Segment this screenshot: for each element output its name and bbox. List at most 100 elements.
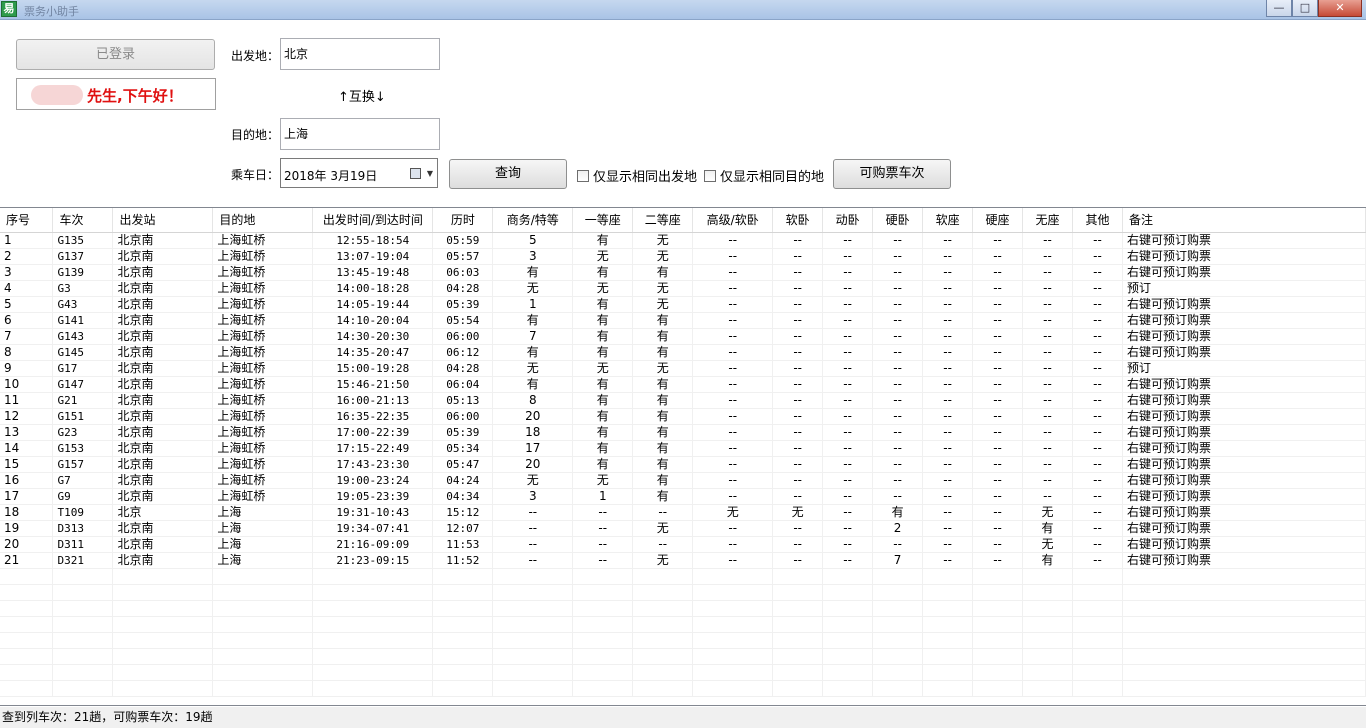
empty-cell — [52, 584, 114, 601]
table-row[interactable]: 5 G43 北京南 上海虹桥 14:05-19:44 05:39 1 有无 -- -- -- -- --… — [0, 296, 1366, 313]
table-cell: 有 — [572, 232, 634, 249]
column-header[interactable]: 其他 — [1072, 208, 1123, 233]
table-row[interactable]: 9 G17 北京南 上海虹桥 15:00-19:28 04:28 无无无 -- -- -- -- --… — [0, 360, 1366, 377]
calendar-icon[interactable] — [410, 168, 421, 179]
table-cell: 上海虹桥 — [212, 344, 314, 361]
table-cell: 8 — [492, 392, 574, 409]
column-header[interactable]: 软卧 — [772, 208, 824, 233]
column-header[interactable]: 软座 — [922, 208, 974, 233]
column-header[interactable]: 硬座 — [972, 208, 1024, 233]
checkbox-box[interactable] — [577, 169, 589, 182]
table-cell: G157 — [52, 456, 114, 473]
column-header[interactable]: 车次 — [52, 208, 114, 233]
column-header[interactable]: 无座 — [1022, 208, 1073, 233]
table-row[interactable]: 3 G139 北京南 上海虹桥 13:45-19:48 06:03 有有有 -- -- -- -- -… — [0, 264, 1366, 281]
table-row[interactable]: 13 G23 北京南 上海虹桥 17:00-22:39 05:39 18 有有 -- -- -- --… — [0, 424, 1366, 441]
table-row[interactable]: 19 D313 北京南 上海 19:34-07:41 12:07 -- -- 无 -- -- -- 2-… — [0, 520, 1366, 537]
table-row[interactable]: 21 D321 北京南 上海 21:23-09:15 11:52 -- -- 无 -- -- -- 7-… — [0, 552, 1366, 569]
only-same-from-checkbox[interactable]: 仅显示相同出发地 — [577, 166, 697, 185]
table-cell: -- — [872, 440, 924, 457]
table-cell: D313 — [52, 520, 114, 537]
table-cell: -- — [692, 472, 774, 489]
table-row[interactable]: 18 T109 北京 上海 19:31-10:43 15:12 -- -- -- 无无 -- 有 -- -… — [0, 504, 1366, 521]
table-cell: 5 — [0, 296, 54, 313]
table-cell: 16 — [0, 472, 54, 489]
chevron-down-icon[interactable]: ▼ — [427, 169, 433, 178]
query-button[interactable]: 查询 — [449, 159, 567, 189]
column-header[interactable]: 目的地 — [212, 208, 314, 233]
table-row[interactable]: 6 G141 北京南 上海虹桥 14:10-20:04 05:54 有有有 -- -- -- -- -… — [0, 312, 1366, 329]
table-cell: 3 — [0, 264, 54, 281]
table-row[interactable]: 15 G157 北京南 上海虹桥 17:43-23:30 05:47 20 有有 -- -- -- -… — [0, 456, 1366, 473]
column-header[interactable]: 动卧 — [822, 208, 874, 233]
buyable-trains-button[interactable]: 可购票车次 — [833, 159, 951, 189]
close-button[interactable]: ✕ — [1318, 0, 1362, 17]
to-station-input[interactable]: 上海 — [280, 118, 440, 150]
table-cell: -- — [492, 552, 574, 569]
column-header[interactable]: 序号 — [0, 208, 54, 233]
table-cell: 19 — [0, 520, 54, 537]
table-row[interactable]: 2 G137 北京南 上海虹桥 13:07-19:04 05:57 3 无无 -- -- -- -- -… — [0, 248, 1366, 265]
table-cell: 1 — [492, 296, 574, 313]
column-header[interactable]: 硬卧 — [872, 208, 924, 233]
train-results-grid[interactable]: 序号 车次 出发站 目的地 出发时间/到达时间 历时 商务/特等 一等座 二等座 高级/软卧 软卧动… — [0, 207, 1366, 706]
column-header[interactable]: 出发时间/到达时间 — [312, 208, 434, 233]
minimize-button[interactable]: — — [1266, 0, 1292, 17]
column-header[interactable]: 高级/软卧 — [692, 208, 774, 233]
table-cell: 上海虹桥 — [212, 456, 314, 473]
table-cell: -- — [822, 520, 874, 537]
column-header[interactable]: 一等座 — [572, 208, 634, 233]
table-cell: 7 — [492, 328, 574, 345]
table-row[interactable]: 20 D311 北京南 上海 21:16-09:09 11:53 -- -- -- -- -- -- -… — [0, 536, 1366, 553]
table-cell: -- — [872, 280, 924, 297]
table-cell: 12:07 — [432, 520, 494, 537]
table-cell: 18 — [492, 424, 574, 441]
table-row[interactable]: 1 G135 北京南 上海虹桥 12:55-18:54 05:59 5 有无 -- -- -- -- -… — [0, 232, 1366, 249]
table-row[interactable]: 14 G153 北京南 上海虹桥 17:15-22:49 05:34 17 有有 -- -- -- -… — [0, 440, 1366, 457]
column-header[interactable]: 出发站 — [112, 208, 214, 233]
table-cell: 有 — [632, 376, 694, 393]
table-cell: 11:53 — [432, 536, 494, 553]
table-cell: -- — [872, 296, 924, 313]
table-cell: 2 — [872, 520, 924, 537]
table-cell: 无 — [1022, 504, 1073, 521]
swap-button[interactable]: ↑互换↓ — [338, 86, 386, 105]
column-header[interactable]: 二等座 — [632, 208, 694, 233]
table-cell: 17 — [492, 440, 574, 457]
table-row[interactable]: 11 G21 北京南 上海虹桥 16:00-21:13 05:13 8 有有 -- -- -- -- -… — [0, 392, 1366, 409]
table-row[interactable]: 10 G147 北京南 上海虹桥 15:46-21:50 06:04 有有有 -- -- -- --… — [0, 376, 1366, 393]
table-row[interactable]: 7 G143 北京南 上海虹桥 14:30-20:30 06:00 7 有有 -- -- -- -- -… — [0, 328, 1366, 345]
table-cell: -- — [922, 456, 974, 473]
table-cell: 06:12 — [432, 344, 494, 361]
column-header[interactable]: 商务/特等 — [492, 208, 574, 233]
table-cell: 04:28 — [432, 280, 494, 297]
table-cell: 05:47 — [432, 456, 494, 473]
only-same-to-checkbox[interactable]: 仅显示相同目的地 — [704, 166, 824, 185]
table-cell: 北京南 — [112, 456, 214, 473]
table-cell: -- — [772, 296, 824, 313]
table-cell: 北京南 — [112, 424, 214, 441]
table-row[interactable]: 8 G145 北京南 上海虹桥 14:35-20:47 06:12 有有有 -- -- -- -- -… — [0, 344, 1366, 361]
empty-row — [0, 616, 1366, 633]
empty-cell — [822, 600, 874, 617]
table-row[interactable]: 4 G3 北京南 上海虹桥 14:00-18:28 04:28 无无无 -- -- -- -- -- -… — [0, 280, 1366, 297]
table-cell: 北京南 — [112, 472, 214, 489]
login-status-button[interactable]: 已登录 — [16, 39, 215, 70]
checkbox-box[interactable] — [704, 169, 716, 182]
empty-row — [0, 664, 1366, 681]
table-cell: -- — [1072, 488, 1123, 505]
train-table: 序号 车次 出发站 目的地 出发时间/到达时间 历时 商务/特等 一等座 二等座 高级/软卧 软卧动… — [0, 208, 1366, 697]
table-cell: -- — [872, 360, 924, 377]
table-row[interactable]: 12 G151 北京南 上海虹桥 16:35-22:35 06:00 20 有有 -- -- -- -… — [0, 408, 1366, 425]
table-row[interactable]: 16 G7 北京南 上海虹桥 19:00-23:24 04:24 无无有 -- -- -- -- --… — [0, 472, 1366, 489]
column-header[interactable]: 备注 — [1122, 208, 1366, 233]
table-cell: 05:57 — [432, 248, 494, 265]
empty-cell — [52, 616, 114, 633]
table-cell: -- — [1072, 552, 1123, 569]
maximize-button[interactable]: □ — [1292, 0, 1318, 17]
date-picker[interactable]: 2018年 3月19日 ▼ — [280, 158, 438, 188]
column-header[interactable]: 历时 — [432, 208, 494, 233]
from-station-input[interactable]: 北京 — [280, 38, 440, 70]
empty-cell — [632, 632, 694, 649]
table-row[interactable]: 17 G9 北京南 上海虹桥 19:05-23:39 04:34 3 1 有 -- -- -- -- --… — [0, 488, 1366, 505]
